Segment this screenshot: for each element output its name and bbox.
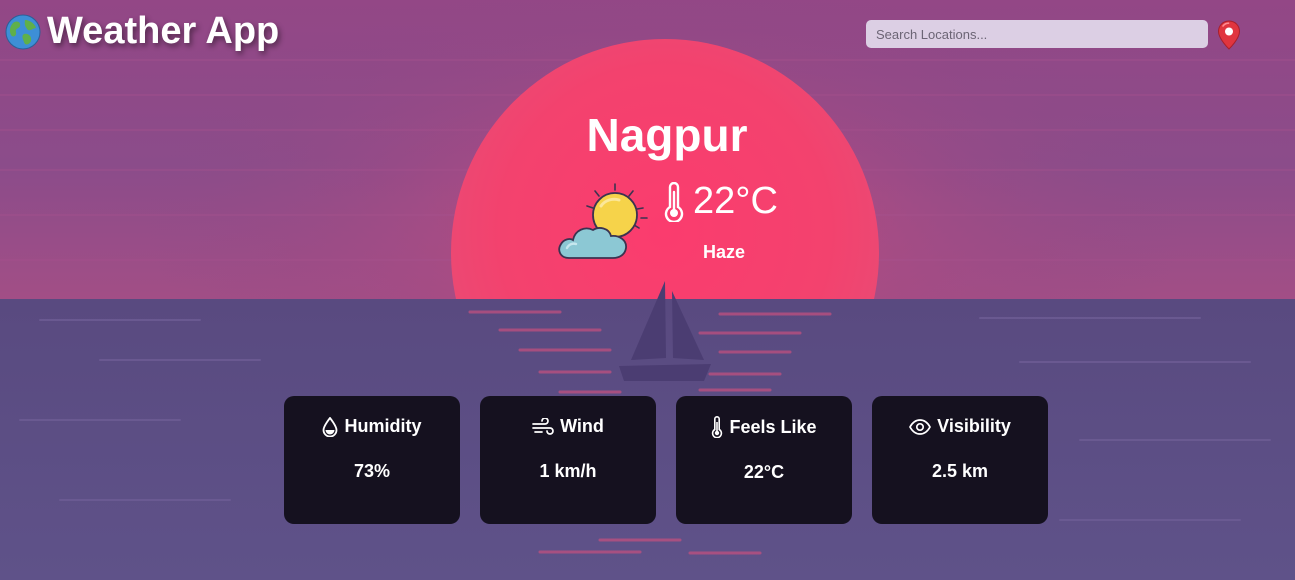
wind-label: Wind — [560, 416, 604, 436]
eye-icon — [909, 418, 932, 435]
feels-like-card: Feels Like 22°C — [676, 396, 852, 524]
weather-condition: Haze — [702, 242, 746, 262]
map-pin-icon[interactable] — [1216, 20, 1242, 50]
app-title-text: Weather App — [47, 10, 280, 52]
visibility-label: Visibility — [937, 416, 1011, 436]
feels-like-value: 22°C — [743, 462, 785, 482]
thermometer-icon — [664, 181, 684, 222]
thermometer-icon — [712, 416, 723, 438]
globe-icon — [5, 14, 41, 49]
header: Weather App — [0, 0, 1295, 70]
app-title: Weather App — [5, 10, 279, 53]
temperature-row: 22°C — [663, 180, 778, 223]
temperature-value: 22°C — [693, 180, 778, 222]
humidity-label: Humidity — [344, 416, 422, 436]
sun-behind-cloud-icon — [558, 183, 648, 259]
humidity-card: Humidity 73% — [284, 396, 460, 524]
city-name: Nagpur — [586, 109, 748, 161]
visibility-card: Visibility 2.5 km — [872, 396, 1048, 524]
humidity-value: 73% — [353, 461, 391, 481]
search-input[interactable] — [866, 20, 1208, 48]
droplet-icon — [323, 416, 338, 437]
metrics-panel: Humidity 73% Wind 1 km/h Feels Like 22°C — [284, 396, 1048, 524]
wind-card: Wind 1 km/h — [480, 396, 656, 524]
visibility-value: 2.5 km — [931, 461, 989, 481]
wind-icon — [532, 417, 554, 435]
feels-like-label: Feels Like — [729, 416, 817, 437]
wind-value: 1 km/h — [539, 461, 597, 481]
